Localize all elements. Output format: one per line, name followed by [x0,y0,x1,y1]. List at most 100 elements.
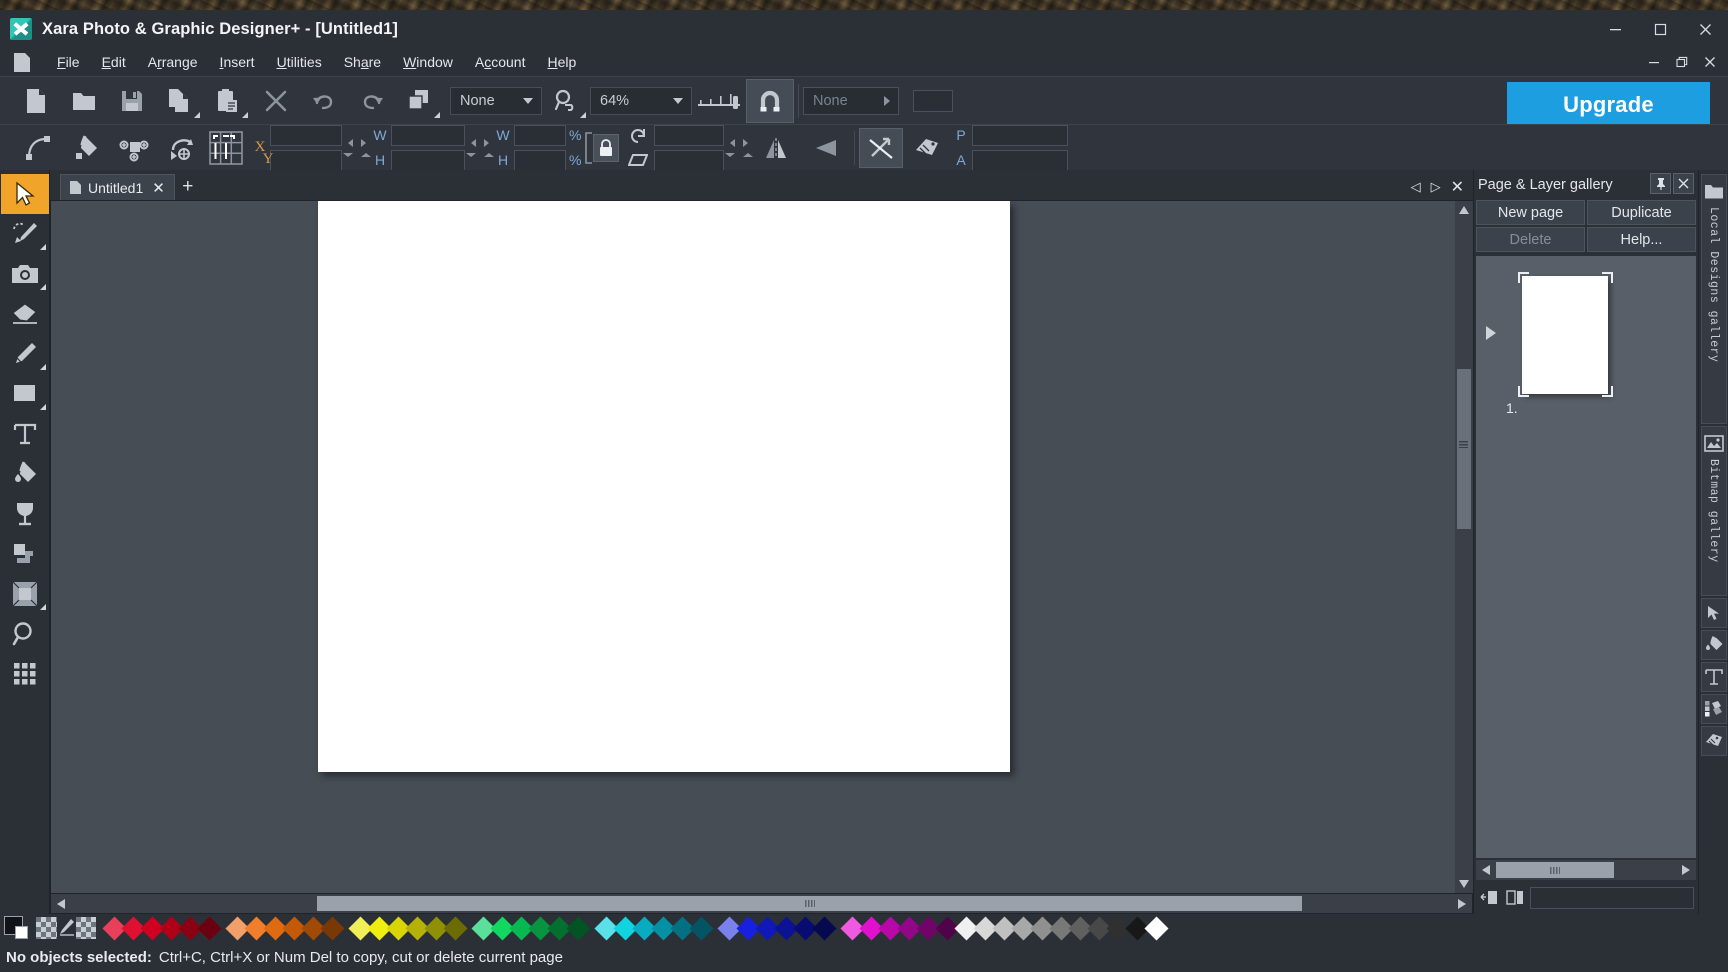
document-minimize-button[interactable] [1640,49,1668,75]
spinner-left-icon[interactable] [730,138,735,147]
chevron-down-icon[interactable] [673,97,683,104]
new-page-button[interactable]: New page [1476,200,1585,225]
a-input[interactable] [972,149,1068,171]
color-swatch[interactable] [197,915,222,941]
document-close-button[interactable] [1696,49,1724,75]
panel-horizontal-scrollbar[interactable] [1476,860,1696,880]
copy-dropdown-arrow[interactable] [194,111,200,118]
rotate-angle-input[interactable] [654,124,724,146]
current-color-indicator[interactable] [4,916,30,940]
snap-to-objects-button[interactable] [746,78,794,123]
spinner-down-icon[interactable] [725,152,735,157]
menu-arrange[interactable]: Arrange [137,51,209,73]
canvas-vertical-scrollbar[interactable] [1455,201,1473,893]
chevron-right-icon[interactable] [884,95,890,106]
no-color-swatch[interactable] [36,917,57,939]
menu-help[interactable]: Help [536,51,587,73]
close-icon[interactable] [1673,173,1694,194]
transparency-tool-button[interactable] [110,126,158,170]
drawing-canvas[interactable] [51,201,1455,893]
skew-angle-input[interactable] [654,149,724,171]
document-page[interactable] [318,201,1010,772]
transparency-tool[interactable] [1,494,49,534]
horizontal-scroll-thumb[interactable] [317,896,1302,911]
spinner-left-icon[interactable] [348,138,353,147]
zoom-level-icon-button[interactable] [542,79,590,123]
rectangle-dropdown-arrow[interactable] [40,404,46,410]
transparent-swatch[interactable] [76,917,96,939]
grid-tool[interactable] [1,654,49,694]
window-close-button[interactable] [1683,10,1728,48]
w-h-spinner[interactable] [465,138,495,157]
camera-dropdown-arrow[interactable] [40,284,46,290]
w-input[interactable] [391,124,465,146]
redo-button[interactable] [348,79,396,123]
spinner-right-icon[interactable] [743,138,748,147]
panel-scroll-track[interactable] [1496,860,1676,880]
document-restore-button[interactable] [1668,49,1696,75]
white-swatch[interactable] [1144,915,1169,941]
freehand-dropdown-arrow[interactable] [40,364,46,370]
scroll-right-button[interactable] [1452,894,1472,913]
panel-scroll-thumb[interactable] [1496,862,1614,878]
expand-page-triangle-icon[interactable] [1486,326,1496,340]
bevel-dropdown-arrow[interactable] [40,604,46,610]
document-tab-untitled1[interactable]: Untitled1 ✕ [60,174,175,200]
color-swatch[interactable] [443,915,468,941]
new-tab-button[interactable]: + [175,174,201,200]
vertical-scroll-track[interactable] [1455,219,1473,875]
menu-insert[interactable]: Insert [209,51,266,73]
clipart-gallery-tab[interactable] [1700,598,1727,628]
font-gallery-tab[interactable] [1700,662,1727,692]
help-button[interactable]: Help... [1587,227,1696,252]
page-list[interactable]: 1. [1476,256,1696,858]
duplicate-button[interactable] [396,79,444,123]
name-tag-button[interactable] [903,126,951,170]
photo-edit-tool[interactable] [1,214,49,254]
delete-page-button[interactable]: Delete [1476,227,1585,252]
color-picker-icon[interactable] [57,917,76,939]
menu-share[interactable]: Share [333,51,392,73]
x-y-spinner[interactable] [342,138,372,157]
line-color-swatch[interactable] [15,926,28,939]
spinner-right-icon[interactable] [484,138,489,147]
menu-account[interactable]: Account [464,51,537,73]
tab-prev-button[interactable]: ◁ [1411,179,1421,195]
name-gallery-tab[interactable] [1700,726,1727,756]
h-percent-input[interactable] [514,149,566,171]
p-input[interactable] [972,124,1068,146]
shadow-tool[interactable] [1,534,49,574]
anchor-grid-selector[interactable] [206,126,246,170]
h-input[interactable] [391,149,465,171]
eraser-tool[interactable] [1,294,49,334]
color-swatch[interactable] [566,915,591,941]
spinner-down-icon[interactable] [466,152,476,157]
spinner-left-icon[interactable] [471,138,476,147]
save-document-button[interactable] [108,79,156,123]
page-fit-icon[interactable] [1478,887,1500,909]
photo-edit-dropdown-arrow[interactable] [40,244,46,250]
rectangle-tool[interactable] [1,374,49,414]
shape-editor-tool-button[interactable] [14,126,62,170]
rotate-tool-button[interactable] [158,126,206,170]
window-maximize-button[interactable] [1638,10,1683,48]
pin-icon[interactable] [1650,173,1671,194]
color-gallery-tab[interactable] [1700,694,1727,724]
menu-utilities[interactable]: Utilities [266,51,333,73]
page-select-combo[interactable]: None [803,86,899,115]
panel-scroll-left-button[interactable] [1476,860,1496,880]
page-thumbnail[interactable] [1522,276,1608,394]
w-percent-input[interactable] [514,124,566,146]
new-document-button[interactable] [12,79,60,123]
spinner-up-icon[interactable] [743,152,753,157]
bitmap-gallery-tab[interactable]: Bitmap gallery [1700,426,1727,596]
panel-scroll-right-button[interactable] [1676,860,1696,880]
zoom-combo[interactable]: 64% [590,86,692,115]
open-document-button[interactable] [60,79,108,123]
canvas-horizontal-scrollbar[interactable] [50,894,1473,914]
menu-edit[interactable]: Edit [91,51,137,73]
vertical-scroll-thumb[interactable] [1457,369,1471,529]
text-tool[interactable] [1,414,49,454]
fill-tool-button[interactable] [62,126,110,170]
color-swatch[interactable] [320,915,345,941]
